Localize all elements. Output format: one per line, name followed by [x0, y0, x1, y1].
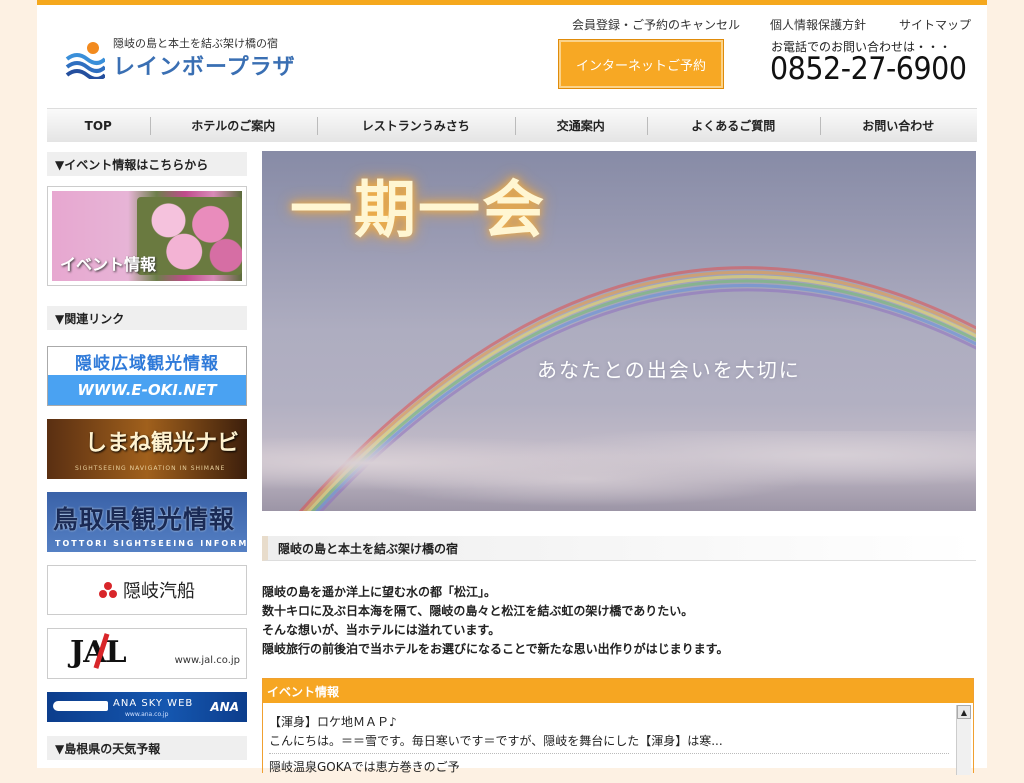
tottori-tourism-banner[interactable]: 鳥取県観光情報 TOTTORI SIGHTSEEING INFORMATION — [47, 492, 247, 552]
intro-line: 数十キロに及ぶ日本海を隔て、隠岐の島々と松江を結ぶ虹の架け橋でありたい。 — [262, 604, 694, 618]
event-entry-excerpt: こんにちは。＝＝雪です。毎日寒いです＝ですが、隠岐を舞台にした【渾身】は寒... — [269, 734, 723, 748]
event-box-title: イベント情報 — [263, 679, 973, 703]
event-banner-image: イベント情報 — [52, 191, 242, 281]
weather-heading: ▼島根県の天気予報 — [47, 736, 247, 760]
links-heading: ▼関連リンク — [47, 306, 247, 330]
intro-text: 隠岐の島を遥か洋上に望む水の都「松江」。 数十キロに及ぶ日本海を隔て、隠岐の島々… — [262, 583, 976, 659]
tottori-banner-sub: TOTTORI SIGHTSEEING INFORMATION — [55, 539, 247, 548]
nav-hotel-info[interactable]: ホテルのご案内 — [149, 109, 318, 142]
nav-contact[interactable]: お問い合わせ — [819, 109, 978, 142]
internet-booking-button[interactable]: インターネットご予約 — [559, 40, 723, 88]
jal-banner[interactable]: JAL www.jal.co.jp — [47, 628, 247, 679]
nav-access[interactable]: 交通案内 — [514, 109, 648, 142]
nav-faq[interactable]: よくあるご質問 — [647, 109, 820, 142]
oki-kisen-logo-icon — [99, 582, 117, 598]
airplane-icon — [53, 701, 108, 711]
main-nav: TOP ホテルのご案内 レストランうみさち 交通案内 よくあるご質問 お問い合わ… — [47, 108, 977, 142]
privacy-policy-link[interactable]: 個人情報保護方針 — [770, 16, 866, 33]
event-banner[interactable]: イベント情報 — [47, 186, 247, 286]
event-banner-label: イベント情報 — [60, 255, 157, 274]
shimane-banner-sub: SIGHTSEEING NAVIGATION IN SHIMANE — [75, 465, 226, 472]
event-entry-title[interactable]: 【渾身】ロケ地ＭＡＰ♪ — [269, 713, 949, 732]
nav-restaurant[interactable]: レストランうみさち — [317, 109, 515, 142]
page-container: 隠岐の島と本土を結ぶ架け橋の宿 レインボープラザ 会員登録・ご予約のキャンセル … — [37, 0, 987, 775]
sitemap-link[interactable]: サイトマップ — [899, 16, 971, 33]
hero-title: 一期一会 — [290, 173, 547, 246]
site-name: レインボープラザ — [113, 54, 296, 80]
event-scrollbar[interactable]: ▲ — [956, 705, 971, 775]
intro-line: 隠岐の島を遥か洋上に望む水の都「松江」。 — [262, 585, 497, 599]
tottori-banner-title: 鳥取県観光情報 — [53, 505, 236, 534]
member-cancel-link[interactable]: 会員登録・ご予約のキャンセル — [572, 16, 740, 33]
oki-kisen-name: 隠岐汽船 — [123, 581, 195, 602]
scroll-up-arrow-icon[interactable]: ▲ — [957, 705, 971, 719]
shimane-banner-title: しまね観光ナビ — [85, 430, 240, 456]
jal-url: www.jal.co.jp — [174, 655, 240, 666]
phone-number: 0852-27-6900 — [770, 51, 967, 87]
nav-top[interactable]: TOP — [47, 109, 150, 142]
oki-banner-url: WWW.E-OKI.NET — [48, 375, 246, 405]
event-info-box: イベント情報 【渾身】ロケ地ＭＡＰ♪ こんにちは。＝＝雪です。毎日寒いです＝です… — [262, 678, 974, 775]
ana-banner[interactable]: ANA SKY WEB www.ana.co.jp ANA — [47, 692, 247, 722]
intro-line: そんな想いが、当ホテルには溢れています。 — [262, 623, 501, 637]
ana-logo: ANA — [210, 700, 239, 714]
site-logo[interactable]: 隠岐の島と本土を結ぶ架け橋の宿 レインボープラザ — [65, 35, 325, 81]
event-heading: ▼イベント情報はこちらから — [47, 152, 247, 176]
event-list: 【渾身】ロケ地ＭＡＰ♪ こんにちは。＝＝雪です。毎日寒いです＝ですが、隠岐を舞台… — [269, 713, 949, 783]
oki-banner-title: 隠岐広域観光情報 — [48, 347, 246, 375]
oki-tourism-banner[interactable]: 隠岐広域観光情報 WWW.E-OKI.NET — [47, 346, 247, 406]
intro-line: 隠岐旅行の前後泊で当ホテルをお選びになることで新たな思い出作りがはじまります。 — [262, 642, 729, 656]
event-entry[interactable]: 隠岐温泉GOKAでは恵方巻きのご予 — [269, 758, 949, 779]
oki-kisen-banner[interactable]: 隠岐汽船 — [47, 565, 247, 615]
rainbow-wave-logo-icon — [65, 42, 105, 79]
section-heading: 隠岐の島と本土を結ぶ架け橋の宿 — [262, 536, 976, 561]
hero-subtitle: あなたとの出会いを大切に — [537, 358, 801, 382]
cloud-layer — [262, 431, 976, 511]
ana-banner-title: ANA SKY WEB — [113, 698, 194, 709]
shimane-navi-banner[interactable]: しまね観光ナビ SIGHTSEEING NAVIGATION IN SHIMAN… — [47, 419, 247, 479]
event-entry[interactable]: 【渾身】ロケ地ＭＡＰ♪ こんにちは。＝＝雪です。毎日寒いです＝ですが、隠岐を舞台… — [269, 713, 949, 754]
ana-banner-url: www.ana.co.jp — [125, 711, 169, 718]
hero-image: 一期一会 あなたとの出会いを大切に — [262, 151, 976, 511]
